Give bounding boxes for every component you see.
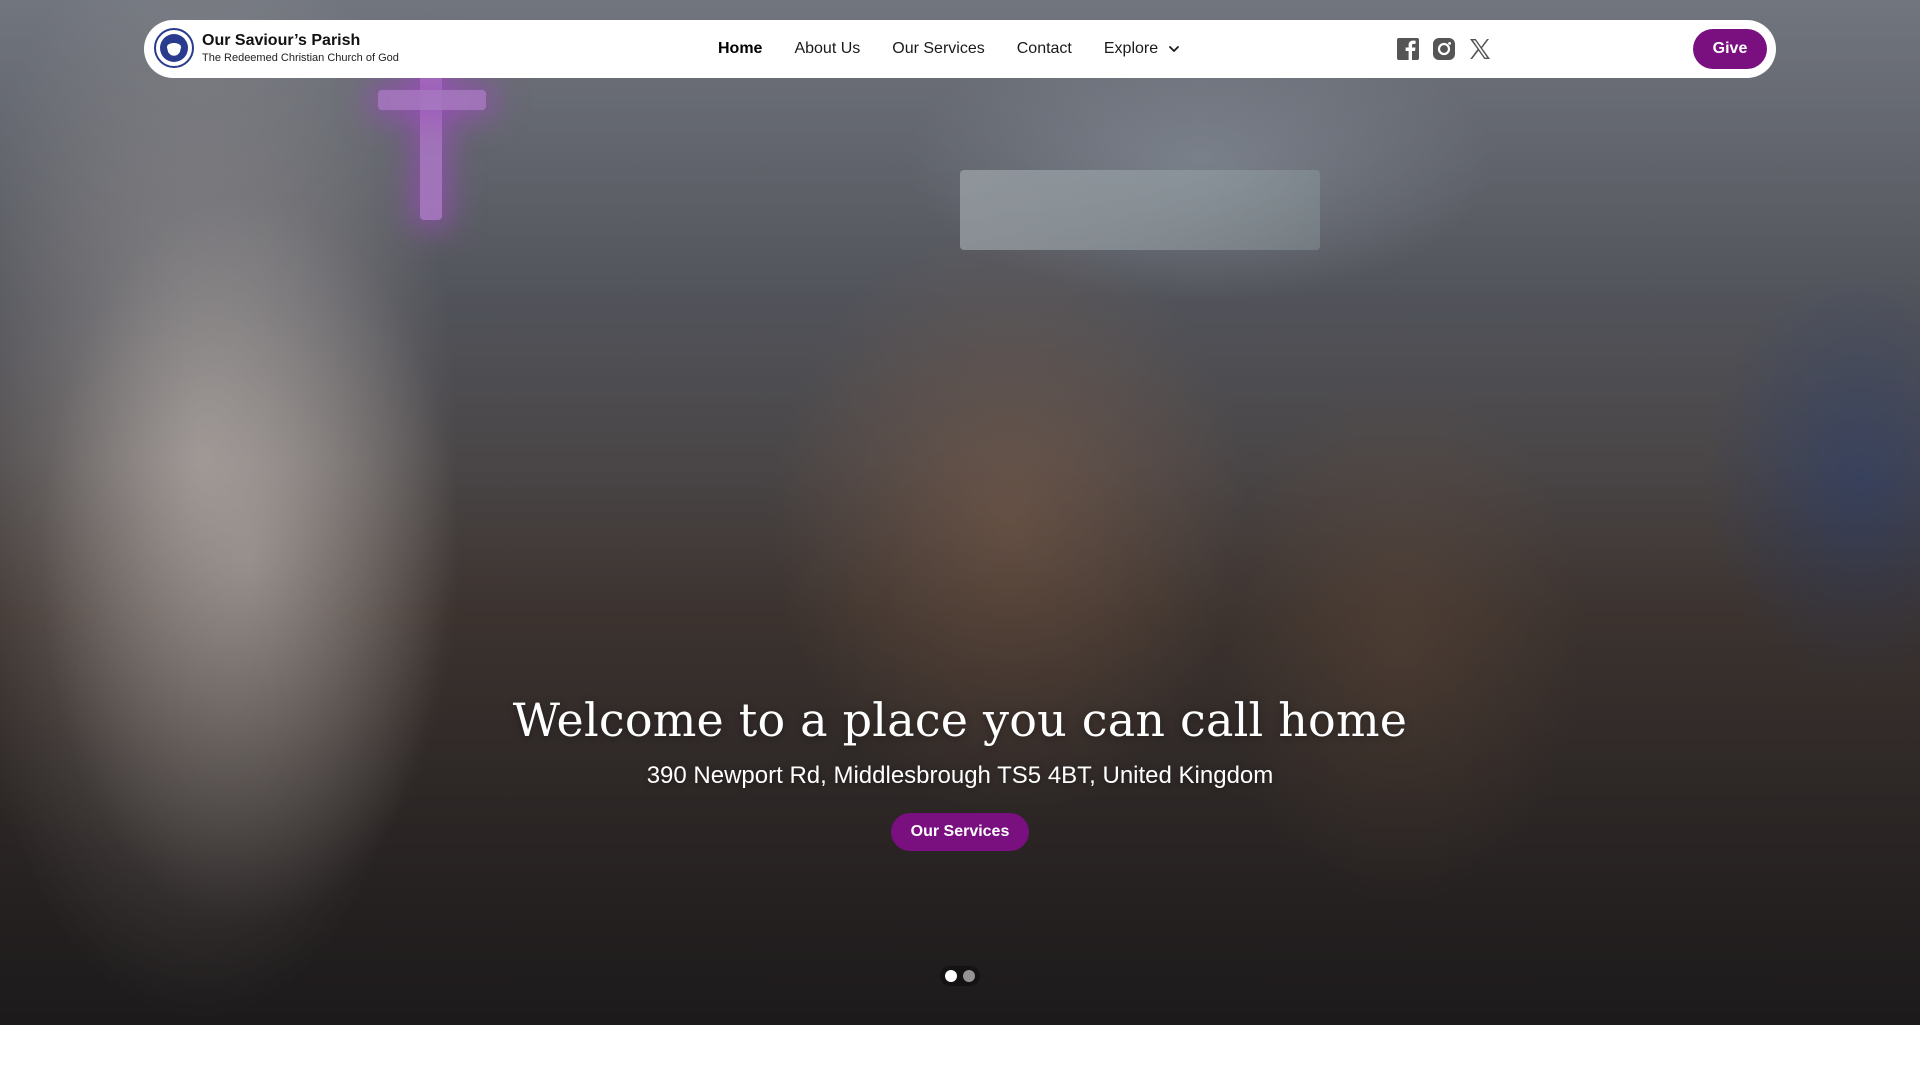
give-button[interactable]: Give	[1693, 29, 1767, 69]
top-navbar: Our Saviour’s Parish The Redeemed Christ…	[144, 20, 1776, 78]
page-content-area	[0, 1025, 1920, 1080]
facebook-icon[interactable]	[1396, 37, 1420, 61]
nav-item-home[interactable]: Home	[718, 40, 762, 58]
nav-item-explore[interactable]: Explore	[1104, 40, 1180, 58]
explore-label: Explore	[1103, 40, 1159, 57]
logo-emblem	[160, 34, 188, 62]
nav-item-contact[interactable]: Contact	[1017, 40, 1072, 58]
dove-icon	[167, 43, 181, 51]
nav-item-our-services[interactable]: Our Services	[892, 40, 984, 58]
nav-links: Home About Us Our Services Contact Explo…	[718, 20, 1212, 78]
hero-address: 390 Newport Rd, Middlesbrough TS5 4BT, U…	[646, 762, 1274, 789]
slide-dot-2[interactable]	[963, 970, 975, 982]
hero-content: Welcome to a place you can call home 390…	[0, 685, 1920, 851]
slide-dot-1[interactable]	[945, 970, 957, 982]
slide-indicator	[940, 966, 980, 986]
chevron-down-icon	[1169, 46, 1180, 52]
hero-overlay	[0, 0, 1920, 1025]
instagram-icon[interactable]	[1432, 37, 1456, 61]
brand-text: Our Saviour’s Parish The Redeemed Christ…	[202, 31, 399, 65]
brand[interactable]: Our Saviour’s Parish The Redeemed Christ…	[154, 28, 399, 68]
our-services-button[interactable]: Our Services	[890, 813, 1030, 851]
brand-subtitle: The Redeemed Christian Church of God	[202, 52, 399, 64]
rccg-logo-icon	[154, 28, 194, 68]
hero-banner: Welcome to a place you can call home 390…	[0, 0, 1920, 1025]
nav-item-about-us[interactable]: About Us	[794, 40, 860, 58]
x-twitter-icon[interactable]	[1468, 37, 1492, 61]
brand-title: Our Saviour’s Parish	[202, 32, 361, 49]
hero-title: Welcome to a place you can call home	[512, 693, 1408, 747]
social-links	[1396, 20, 1504, 78]
